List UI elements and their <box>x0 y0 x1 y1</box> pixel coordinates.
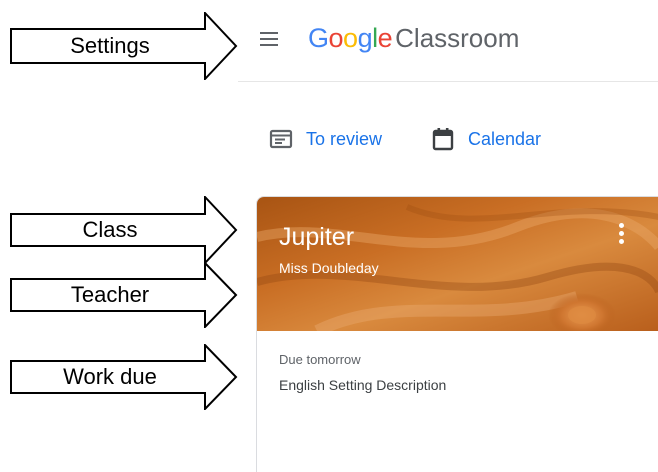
calendar-link[interactable]: Calendar <box>430 124 541 154</box>
brand-letter-g1: G <box>308 23 329 53</box>
brand-letter-g2: g <box>357 23 373 53</box>
settings-callout-label: Settings <box>70 33 150 58</box>
classroom-header: Google Classroom <box>238 0 658 82</box>
class-callout-label: Class <box>82 217 138 242</box>
brand-letter-o1: o <box>328 23 344 53</box>
product-name: Classroom <box>395 23 520 53</box>
class-callout-arrow: Class <box>10 196 238 264</box>
clipboard-icon <box>269 129 293 149</box>
more-vert-icon[interactable] <box>617 223 625 247</box>
to-review-link[interactable]: To review <box>268 124 382 154</box>
work-due-callout-arrow: Work due <box>10 344 238 410</box>
hamburger-icon[interactable] <box>258 28 280 50</box>
calendar-label: Calendar <box>468 128 542 149</box>
calendar-icon <box>432 128 454 151</box>
work-due-callout-label: Work due <box>63 364 157 389</box>
teacher-callout-arrow: Teacher <box>10 262 238 328</box>
screenshot-canvas: Google Classroom To review Calendar Jupi… <box>0 0 658 472</box>
assignment-link[interactable]: English Setting Description <box>279 377 446 393</box>
brand-letter-o2: o <box>343 23 358 53</box>
brand-letter-e: e <box>377 23 393 53</box>
class-name[interactable]: Jupiter <box>279 221 354 253</box>
to-review-label: To review <box>306 128 383 149</box>
google-classroom-logo[interactable]: Google Classroom <box>308 20 519 56</box>
due-label: Due tomorrow <box>279 352 361 367</box>
class-card-banner[interactable]: Jupiter Miss Doubleday <box>257 197 658 331</box>
class-card[interactable]: Jupiter Miss Doubleday Due tomorrow Engl… <box>256 196 658 472</box>
settings-callout-arrow: Settings <box>10 12 238 80</box>
teacher-callout-label: Teacher <box>70 282 150 307</box>
teacher-name: Miss Doubleday <box>279 260 379 276</box>
